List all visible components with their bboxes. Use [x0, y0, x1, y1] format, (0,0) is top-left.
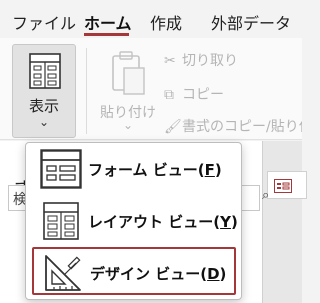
design-view-icon	[42, 253, 84, 297]
chevron-down-icon: ⌄	[38, 115, 50, 129]
tab-home[interactable]: ホーム	[84, 10, 132, 34]
tab-external-data[interactable]: 外部データ	[211, 10, 291, 34]
cut-label: 切り取り	[182, 53, 238, 69]
menu-item-design-view[interactable]: デザイン ビュー(D)	[32, 247, 236, 295]
view-button[interactable]: 表示 ⌄	[12, 44, 76, 138]
clipboard-icon	[110, 50, 146, 102]
ribbon-panel: 表示 ⌄ 貼り付け ⌄ ✂ 切り取り ⧉ コピー 🖌書式のコピー/貼り付け	[0, 38, 302, 140]
view-button-label: 表示	[28, 97, 59, 115]
cut-button[interactable]: ✂ 切り取り	[164, 50, 238, 70]
view-icon	[29, 53, 61, 93]
scissors-icon: ✂	[164, 53, 176, 69]
menu-item-label: フォーム ビュー(F)	[88, 161, 222, 179]
copy-label: コピー	[182, 87, 224, 103]
menu-item-label: デザイン ビュー(D)	[90, 265, 227, 283]
ribbon-group-separator	[86, 48, 87, 134]
tab-create[interactable]: 作成	[150, 10, 182, 34]
form-view-icon	[40, 149, 82, 193]
copy-button[interactable]: ⧉ コピー	[164, 84, 224, 104]
layout-view-icon	[40, 201, 82, 245]
menu-item-form-view[interactable]: フォーム ビュー(F)	[32, 145, 236, 193]
search-icon[interactable]: ⌕	[262, 188, 269, 203]
active-tab-indicator	[84, 33, 129, 36]
paste-button[interactable]: 貼り付け ⌄	[96, 48, 160, 134]
menu-item-label: レイアウト ビュー(Y)	[88, 213, 238, 231]
document-tab[interactable]	[267, 171, 307, 199]
format-painter-button[interactable]: 🖌書式のコピー/貼り付け	[164, 116, 302, 136]
format-painter-label: 書式のコピー/貼り付け	[182, 119, 302, 135]
copy-icon: ⧉	[164, 87, 174, 103]
menu-item-layout-view[interactable]: レイアウト ビュー(Y)	[32, 197, 238, 245]
paintbrush-icon: 🖌	[164, 119, 182, 135]
tab-file[interactable]: ファイル	[12, 10, 76, 34]
view-dropdown-menu: フォーム ビュー(F) レイアウト ビュー(Y) デザイン ビュー(D)	[25, 142, 242, 300]
document-area	[262, 141, 307, 303]
ribbon-tab-bar: ファイル ホーム 作成 外部データ	[0, 0, 302, 38]
chevron-down-icon: ⌄	[122, 118, 134, 132]
form-icon	[274, 178, 292, 197]
